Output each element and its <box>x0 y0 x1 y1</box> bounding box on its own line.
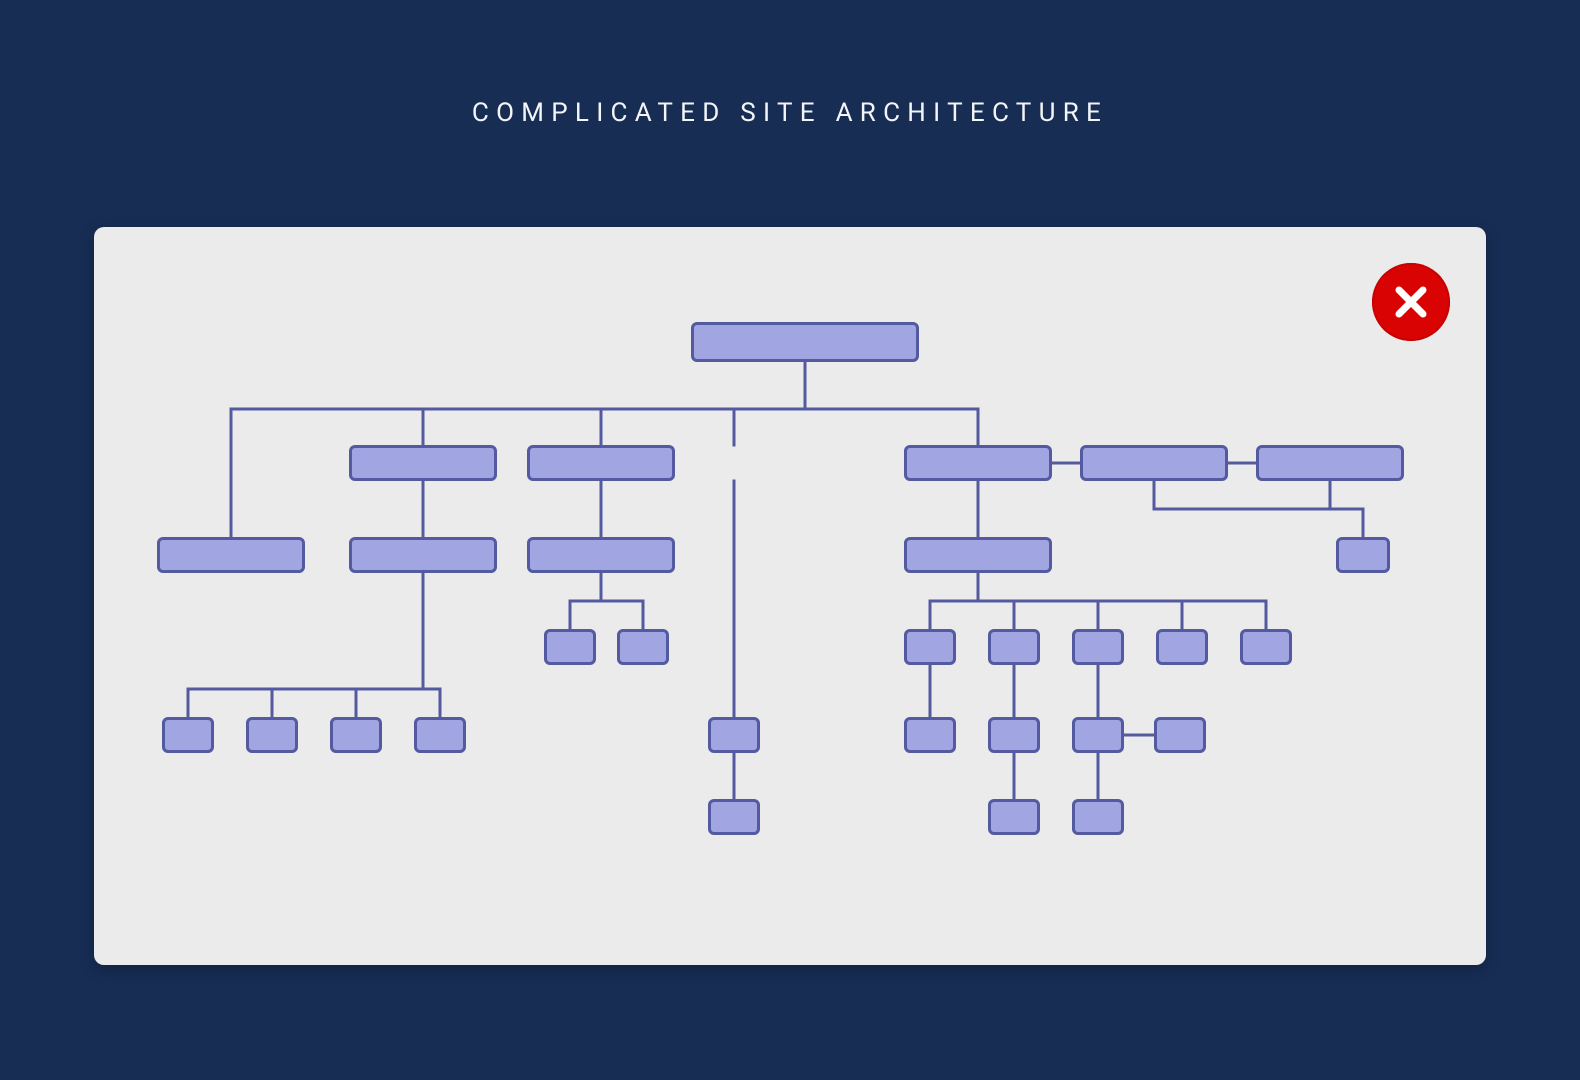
diagram-node <box>1072 717 1124 753</box>
diagram-node <box>1240 629 1292 665</box>
diagram-node <box>1080 445 1228 481</box>
diagram-node <box>544 629 596 665</box>
diagram-node <box>162 717 214 753</box>
diagram-node <box>349 537 497 573</box>
diagram-node <box>988 629 1040 665</box>
diagram-node <box>691 322 919 362</box>
diagram-node <box>349 445 497 481</box>
diagram-panel <box>94 227 1486 965</box>
diagram-node <box>1072 799 1124 835</box>
diagram-node <box>157 537 305 573</box>
diagram-node <box>1154 717 1206 753</box>
diagram-node <box>708 799 760 835</box>
diagram-node <box>330 717 382 753</box>
diagram-node <box>1336 537 1390 573</box>
diagram-node <box>988 717 1040 753</box>
diagram-node <box>527 445 675 481</box>
diagram-node <box>904 445 1052 481</box>
diagram-node <box>904 537 1052 573</box>
diagram-node <box>708 717 760 753</box>
diagram-node <box>527 537 675 573</box>
page-title: COMPLICATED SITE ARCHITECTURE <box>0 98 1580 128</box>
diagram-node <box>1072 629 1124 665</box>
diagram-node <box>904 717 956 753</box>
diagram-node <box>617 629 669 665</box>
diagram-node <box>1256 445 1404 481</box>
diagram-node <box>988 799 1040 835</box>
diagram-node <box>904 629 956 665</box>
diagram-node <box>414 717 466 753</box>
diagram-node <box>246 717 298 753</box>
diagram-node <box>1156 629 1208 665</box>
